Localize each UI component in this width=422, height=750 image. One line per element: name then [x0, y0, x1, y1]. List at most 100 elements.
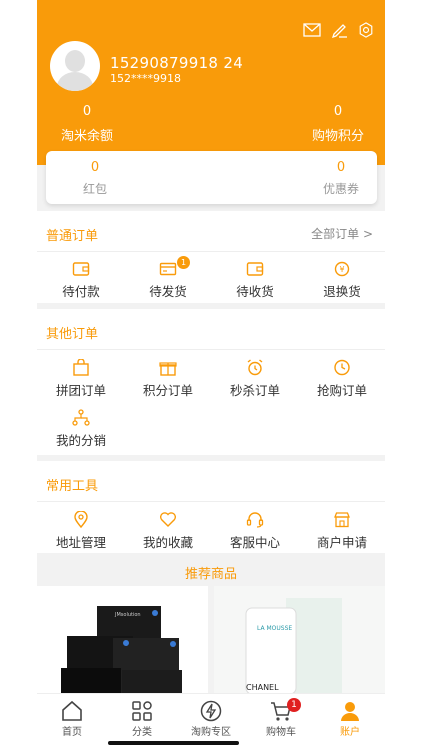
product-2-name-text: LA MOUSSE: [257, 625, 292, 632]
rush-buy-orders-label: 抢购订单: [316, 383, 367, 398]
tab-home[interactable]: 首页: [37, 694, 107, 738]
orders-title: 普通订单: [46, 229, 99, 244]
tab-cart[interactable]: 1 购物车: [246, 694, 316, 738]
alarm-clock-icon: [247, 359, 263, 376]
cart-badge: 1: [287, 698, 301, 712]
tab-account-label: 账户: [340, 727, 360, 738]
tab-account[interactable]: 账户: [315, 694, 385, 738]
shopping-bag-icon: [73, 359, 89, 376]
profile-header: 15290879918 24 152****9918 0 淘米余额 0 购物积分: [37, 0, 385, 165]
order-pending-receipt-label: 待收货: [236, 284, 274, 299]
heart-icon: [159, 512, 177, 527]
points-value: 0: [333, 104, 343, 119]
store-icon: [334, 512, 350, 528]
address-management[interactable]: 地址管理: [41, 511, 121, 551]
edit-icon[interactable]: [330, 22, 348, 38]
product-image-2: LA MOUSSE CHANEL: [214, 586, 385, 694]
tab-category[interactable]: 分类: [107, 694, 177, 738]
wallet-icon: [246, 262, 264, 276]
group-buy-orders[interactable]: 拼团订单: [41, 359, 121, 399]
product-image-1: JMsolution: [37, 586, 208, 694]
svg-text:¥: ¥: [339, 265, 344, 274]
balance-label: 淘米余额: [60, 129, 113, 144]
points-orders[interactable]: 积分订单: [128, 359, 208, 399]
my-favorites[interactable]: 我的收藏: [128, 511, 208, 551]
red-packet-value: 0: [90, 160, 100, 175]
account-icon: [341, 702, 359, 721]
flash-sale-orders-label: 秒杀订单: [229, 383, 280, 398]
headset-icon: [246, 512, 264, 528]
divider: [37, 349, 385, 350]
pending-shipment-badge: 1: [177, 256, 190, 269]
points-stat[interactable]: 0 购物积分: [309, 104, 367, 144]
avatar-placeholder-body: [57, 72, 93, 91]
tab-taogou-zone-label: 淘购专区: [191, 727, 231, 738]
balance-value: 0: [82, 104, 92, 119]
product-card-1[interactable]: JMsolution: [37, 586, 208, 694]
merchant-application[interactable]: 商户申请: [302, 511, 382, 551]
tab-home-label: 首页: [62, 727, 82, 738]
order-return-exchange[interactable]: ¥ 退换货: [302, 261, 382, 300]
divider: [37, 501, 385, 502]
product-1-brand-text: JMsolution: [114, 612, 141, 618]
lightning-icon: [200, 700, 222, 722]
group-buy-orders-label: 拼团订单: [55, 383, 106, 398]
order-pending-receipt[interactable]: 待收货: [215, 261, 295, 300]
order-pending-payment-label: 待付款: [62, 284, 100, 299]
other-orders-title: 其他订单: [46, 327, 99, 342]
order-return-exchange-label: 退换货: [323, 284, 361, 299]
all-orders-link[interactable]: 全部订单 >: [311, 225, 373, 242]
points-label: 购物积分: [311, 129, 364, 144]
user-phone: 152****9918: [110, 72, 181, 85]
avatar[interactable]: [50, 41, 100, 91]
customer-service[interactable]: 客服中心: [215, 511, 295, 551]
balance-stat[interactable]: 0 淘米余额: [59, 104, 115, 144]
order-pending-payment[interactable]: 待付款: [41, 261, 121, 300]
wallet-icon: [72, 262, 90, 276]
other-orders-section: 其他订单 拼团订单 积分订单 秒杀订单 抢购订单 我的分销: [37, 309, 385, 455]
tools-section: 常用工具 地址管理 我的收藏 客服中心 商户申请: [37, 461, 385, 553]
coupon-label: 优惠券: [322, 182, 359, 196]
recommended-title: 推荐商品: [184, 567, 237, 582]
my-distribution-label: 我的分销: [55, 433, 106, 448]
home-indicator: [108, 741, 239, 745]
tab-taogou-zone[interactable]: 淘购专区: [176, 694, 246, 738]
user-name: 15290879918 24: [110, 54, 244, 72]
mail-icon[interactable]: [303, 22, 321, 38]
gift-icon: [159, 362, 177, 376]
location-pin-icon: [74, 511, 88, 528]
orders-section: 普通订单 全部订单 > 待付款 1 待发货 待收货 ¥ 退换货: [37, 211, 385, 303]
red-packet-stat[interactable]: 0 红包: [55, 160, 135, 197]
wallet-card: 0 红包 0 优惠券: [46, 151, 377, 204]
yen-refresh-icon: ¥: [334, 261, 350, 277]
tab-cart-label: 购物车: [266, 727, 296, 738]
flash-sale-orders[interactable]: 秒杀订单: [215, 359, 295, 399]
category-icon: [132, 701, 152, 721]
red-packet-label: 红包: [82, 182, 107, 196]
account-page: 15290879918 24 152****9918 0 淘米余额 0 购物积分…: [37, 0, 385, 750]
tab-category-label: 分类: [132, 727, 152, 738]
left-gutter: [0, 0, 37, 750]
avatar-placeholder-head: [65, 50, 85, 72]
my-favorites-label: 我的收藏: [142, 535, 193, 550]
settings-gear-icon[interactable]: [357, 22, 375, 38]
address-management-label: 地址管理: [55, 535, 106, 550]
right-gutter: [385, 0, 422, 750]
card-icon: [159, 262, 177, 276]
customer-service-label: 客服中心: [229, 535, 280, 550]
network-icon: [72, 409, 90, 426]
points-orders-label: 积分订单: [142, 383, 193, 398]
product-2-brand-text: CHANEL: [246, 683, 279, 692]
order-pending-shipment[interactable]: 1 待发货: [128, 256, 208, 300]
product-card-2[interactable]: LA MOUSSE CHANEL: [214, 586, 385, 694]
coupon-stat[interactable]: 0 优惠券: [301, 160, 381, 197]
merchant-application-label: 商户申请: [316, 535, 367, 550]
home-icon: [62, 700, 82, 721]
clock-icon: [334, 359, 350, 376]
tools-title: 常用工具: [46, 479, 99, 494]
coupon-value: 0: [336, 160, 346, 175]
order-pending-shipment-label: 待发货: [149, 284, 187, 299]
divider: [37, 251, 385, 252]
rush-buy-orders[interactable]: 抢购订单: [302, 359, 382, 399]
my-distribution[interactable]: 我的分销: [41, 409, 121, 449]
